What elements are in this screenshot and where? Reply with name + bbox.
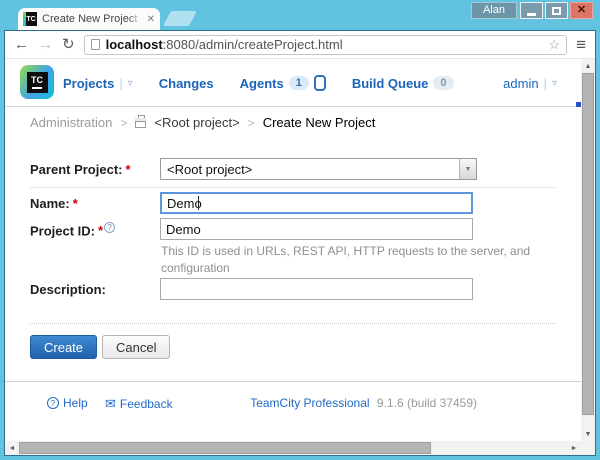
name-label: Name: * xyxy=(30,196,78,211)
user-name: admin xyxy=(503,75,539,91)
bookmark-star-icon[interactable]: ☆ xyxy=(548,37,560,53)
nav-projects[interactable]: Projects | ▿ xyxy=(63,76,133,91)
page-footer: ? Help ✉ Feedback TeamCity Professional … xyxy=(5,396,581,416)
minimize-icon xyxy=(527,12,536,16)
breadcrumb-root-project[interactable]: <Root project> xyxy=(154,115,239,130)
help-question-icon[interactable]: ? xyxy=(104,222,116,233)
user-menu[interactable]: admin | ▿ xyxy=(503,59,557,107)
window-controls: ✕ xyxy=(520,2,593,19)
version-info: TeamCity Professional 9.1.6 (build 37459… xyxy=(250,396,477,410)
scroll-down-icon[interactable]: ▼ xyxy=(581,427,595,441)
logo-text: TC xyxy=(31,74,43,85)
title-bar: TC Create New Project — Tea ✕ Alan ✕ xyxy=(4,0,596,30)
teamcity-page: TC Projects | ▿ Changes Agents 1 Build Q… xyxy=(5,59,581,441)
page-icon xyxy=(90,39,100,50)
row-divider xyxy=(30,187,555,188)
version-text: 9.1.6 (build 37459) xyxy=(376,396,477,410)
text-caret xyxy=(198,196,199,210)
scroll-up-icon[interactable]: ▲ xyxy=(581,59,595,73)
scrollbar-corner xyxy=(581,441,595,455)
maximize-icon xyxy=(552,6,561,15)
browser-toolbar: ← → ↻ localhost:8080/admin/createProject… xyxy=(5,31,595,59)
teamcity-favicon-icon: TC xyxy=(23,12,37,26)
profile-badge[interactable]: Alan xyxy=(470,2,517,19)
button-divider xyxy=(30,323,555,324)
horizontal-scroll-thumb[interactable] xyxy=(19,442,431,454)
agent-status-icon xyxy=(313,75,326,91)
agents-count-badge: 1 xyxy=(288,76,309,90)
project-cube-icon xyxy=(135,114,147,128)
refresh-icon[interactable]: ↻ xyxy=(62,37,75,52)
back-icon[interactable]: ← xyxy=(14,37,29,52)
vertical-scrollbar[interactable]: ▲ ▼ xyxy=(581,59,595,441)
browser-window: TC Create New Project — Tea ✕ Alan ✕ ← →… xyxy=(0,0,600,460)
page-title: Create New Project xyxy=(262,115,376,130)
nav-changes[interactable]: Changes xyxy=(159,76,214,91)
nav-agents[interactable]: Agents 1 xyxy=(240,75,326,91)
url-text: localhost:8080/admin/createProject.html xyxy=(106,37,343,52)
browser-tab[interactable]: TC Create New Project — Tea ✕ xyxy=(18,8,160,30)
brand-link[interactable]: TeamCity Professional xyxy=(250,396,369,410)
description-label: Description: xyxy=(30,282,106,297)
breadcrumb-administration[interactable]: Administration xyxy=(30,115,112,130)
url-host: localhost xyxy=(105,37,163,52)
select-arrow-icon[interactable]: ▼ xyxy=(459,159,476,179)
project-id-input[interactable] xyxy=(160,218,473,240)
breadcrumb: Administration > <Root project> > Create… xyxy=(30,114,376,130)
cancel-button[interactable]: Cancel xyxy=(102,335,171,359)
teamcity-logo[interactable]: TC xyxy=(20,65,54,99)
queue-count-badge: 0 xyxy=(433,76,454,90)
close-button[interactable]: ✕ xyxy=(570,2,593,19)
menu-icon[interactable]: ≡ xyxy=(576,36,586,53)
minimize-button[interactable] xyxy=(520,2,543,19)
feedback-envelope-icon: ✉ xyxy=(105,396,116,411)
tab-title: Create New Project — Tea xyxy=(42,13,142,25)
help-link[interactable]: ? Help xyxy=(47,396,88,410)
name-input[interactable] xyxy=(160,192,473,214)
page-viewport: TC Projects | ▿ Changes Agents 1 Build Q… xyxy=(5,59,595,455)
address-bar[interactable]: localhost:8080/admin/createProject.html … xyxy=(83,34,568,55)
url-path: :8080/admin/createProject.html xyxy=(162,37,343,52)
parent-project-label: Parent Project: * xyxy=(30,162,131,177)
parent-project-value: <Root project> xyxy=(167,161,253,177)
description-input[interactable] xyxy=(160,278,473,300)
help-icon: ? xyxy=(47,397,59,409)
teamcity-header: TC Projects | ▿ Changes Agents 1 Build Q… xyxy=(5,59,581,107)
horizontal-scrollbar[interactable]: ◄ ► xyxy=(5,441,581,455)
maximize-button[interactable] xyxy=(545,2,568,19)
main-nav: Projects | ▿ Changes Agents 1 Build Queu… xyxy=(63,59,454,107)
footer-divider xyxy=(5,381,581,382)
chevron-down-icon: ▿ xyxy=(551,77,557,89)
nav-build-queue[interactable]: Build Queue 0 xyxy=(352,76,454,91)
forward-icon[interactable]: → xyxy=(38,37,53,52)
close-icon: ✕ xyxy=(576,4,587,16)
browser-client-area: ← → ↻ localhost:8080/admin/createProject… xyxy=(4,30,596,456)
chevron-down-icon[interactable]: ▿ xyxy=(128,78,133,89)
create-button[interactable]: Create xyxy=(30,335,98,359)
scroll-right-icon[interactable]: ► xyxy=(567,441,581,455)
parent-project-select[interactable]: <Root project> ▼ xyxy=(160,158,477,180)
feedback-link[interactable]: ✉ Feedback xyxy=(105,396,173,412)
vertical-scroll-thumb[interactable] xyxy=(582,73,594,415)
new-tab-button[interactable] xyxy=(163,11,197,26)
scroll-left-icon[interactable]: ◄ xyxy=(5,441,19,455)
project-id-label: Project ID: *? xyxy=(30,222,116,238)
tab-close-icon[interactable]: ✕ xyxy=(147,14,155,25)
